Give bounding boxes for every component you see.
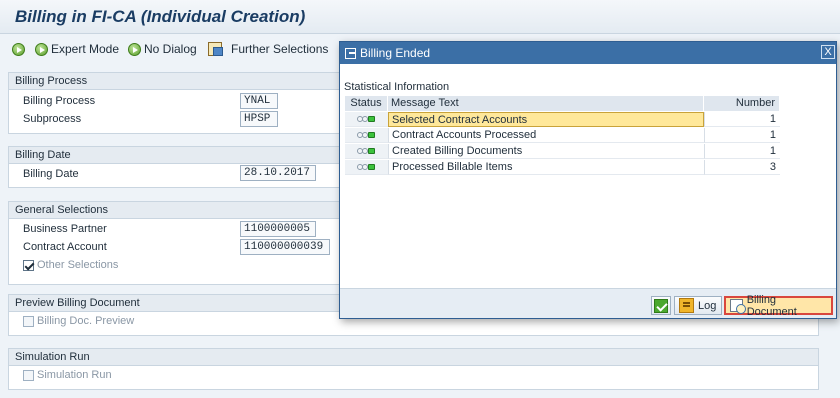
business-partner-label: Business Partner (23, 223, 107, 235)
table-row[interactable]: Selected Contract Accounts 1 (345, 112, 783, 128)
billing-document-label: Billing Document (746, 293, 797, 318)
table-row[interactable]: Contract Accounts Processed 1 (345, 128, 783, 144)
execute-button[interactable] (12, 40, 25, 58)
billing-document-button[interactable]: Billing Document (724, 293, 833, 318)
traffic-light-green-icon (357, 132, 377, 138)
message-cell: Processed Billable Items (388, 160, 704, 175)
traffic-light-green-icon (357, 116, 377, 122)
selection-icon (208, 42, 223, 56)
dialog-title: Billing Ended (360, 46, 431, 60)
display-document-icon (730, 299, 746, 314)
dialog-title-bar: Billing Ended X (340, 42, 836, 64)
subprocess-field[interactable]: HPSP (240, 111, 278, 127)
other-selections-checkbox[interactable]: Other Selections (23, 259, 118, 271)
log-label: Log (698, 299, 717, 312)
statistical-information-label: Statistical Information (344, 81, 450, 93)
subprocess-label: Subprocess (23, 113, 82, 125)
close-icon[interactable]: X (821, 45, 835, 59)
billing-date-field[interactable]: 28.10.2017 (240, 165, 316, 181)
further-selections-label: Further Selections (231, 42, 329, 56)
number-cell: 3 (704, 160, 780, 175)
billing-date-label: Billing Date (23, 168, 79, 180)
simulation-group: Simulation Run Simulation Run (8, 348, 819, 390)
status-cell (345, 128, 388, 143)
execute-icon (12, 42, 25, 56)
table-row[interactable]: Created Billing Documents 1 (345, 144, 783, 160)
column-header-status[interactable]: Status (345, 96, 388, 111)
column-header-message[interactable]: Message Text (388, 96, 704, 111)
column-header-number[interactable]: Number (704, 96, 780, 111)
dialog-button-bar: Log Billing Document (340, 288, 836, 318)
page-title: Billing in FI-CA (Individual Creation) (15, 7, 306, 26)
contract-account-field[interactable]: 110000000039 (240, 239, 330, 255)
dialog-icon (345, 47, 356, 59)
title-bar: Billing in FI-CA (Individual Creation) (0, 0, 840, 34)
expert-mode-label: Expert Mode (51, 42, 120, 56)
message-cell: Created Billing Documents (388, 144, 704, 159)
check-icon (654, 298, 668, 313)
status-cell (345, 160, 388, 175)
further-selections-button[interactable]: Further Selections (208, 40, 328, 58)
status-cell (345, 112, 388, 127)
log-icon (679, 298, 694, 313)
execute-icon (128, 42, 141, 56)
number-cell: 1 (704, 112, 780, 127)
no-dialog-label: No Dialog (144, 42, 197, 56)
checkbox-checked-icon (23, 259, 34, 271)
status-cell (345, 144, 388, 159)
confirm-button[interactable] (651, 296, 671, 315)
checkbox-icon (23, 369, 34, 381)
no-dialog-button[interactable]: No Dialog (128, 40, 197, 58)
table-row[interactable]: Processed Billable Items 3 (345, 160, 783, 176)
checkbox-icon (23, 315, 34, 327)
message-cell: Contract Accounts Processed (388, 128, 704, 143)
number-cell: 1 (704, 128, 780, 143)
billing-process-field[interactable]: YNAL (240, 93, 278, 109)
simulation-run-checkbox[interactable]: Simulation Run (23, 369, 112, 381)
traffic-light-green-icon (357, 148, 377, 154)
business-partner-field[interactable]: 1100000005 (240, 221, 316, 237)
billing-doc-preview-checkbox[interactable]: Billing Doc. Preview (23, 315, 134, 327)
group-header: Simulation Run (9, 349, 818, 366)
billing-ended-dialog: Billing Ended X Statistical Information … (339, 41, 837, 319)
traffic-light-green-icon (357, 164, 377, 170)
other-selections-label: Other Selections (37, 259, 119, 271)
log-button[interactable]: Log (674, 296, 722, 315)
contract-account-label: Contract Account (23, 241, 107, 253)
execute-icon (35, 42, 48, 56)
number-cell: 1 (704, 144, 780, 159)
simulation-run-label: Simulation Run (37, 369, 112, 381)
billing-doc-preview-label: Billing Doc. Preview (37, 315, 135, 327)
message-cell: Selected Contract Accounts (388, 112, 704, 127)
expert-mode-button[interactable]: Expert Mode (35, 40, 119, 58)
billing-process-label: Billing Process (23, 95, 96, 107)
